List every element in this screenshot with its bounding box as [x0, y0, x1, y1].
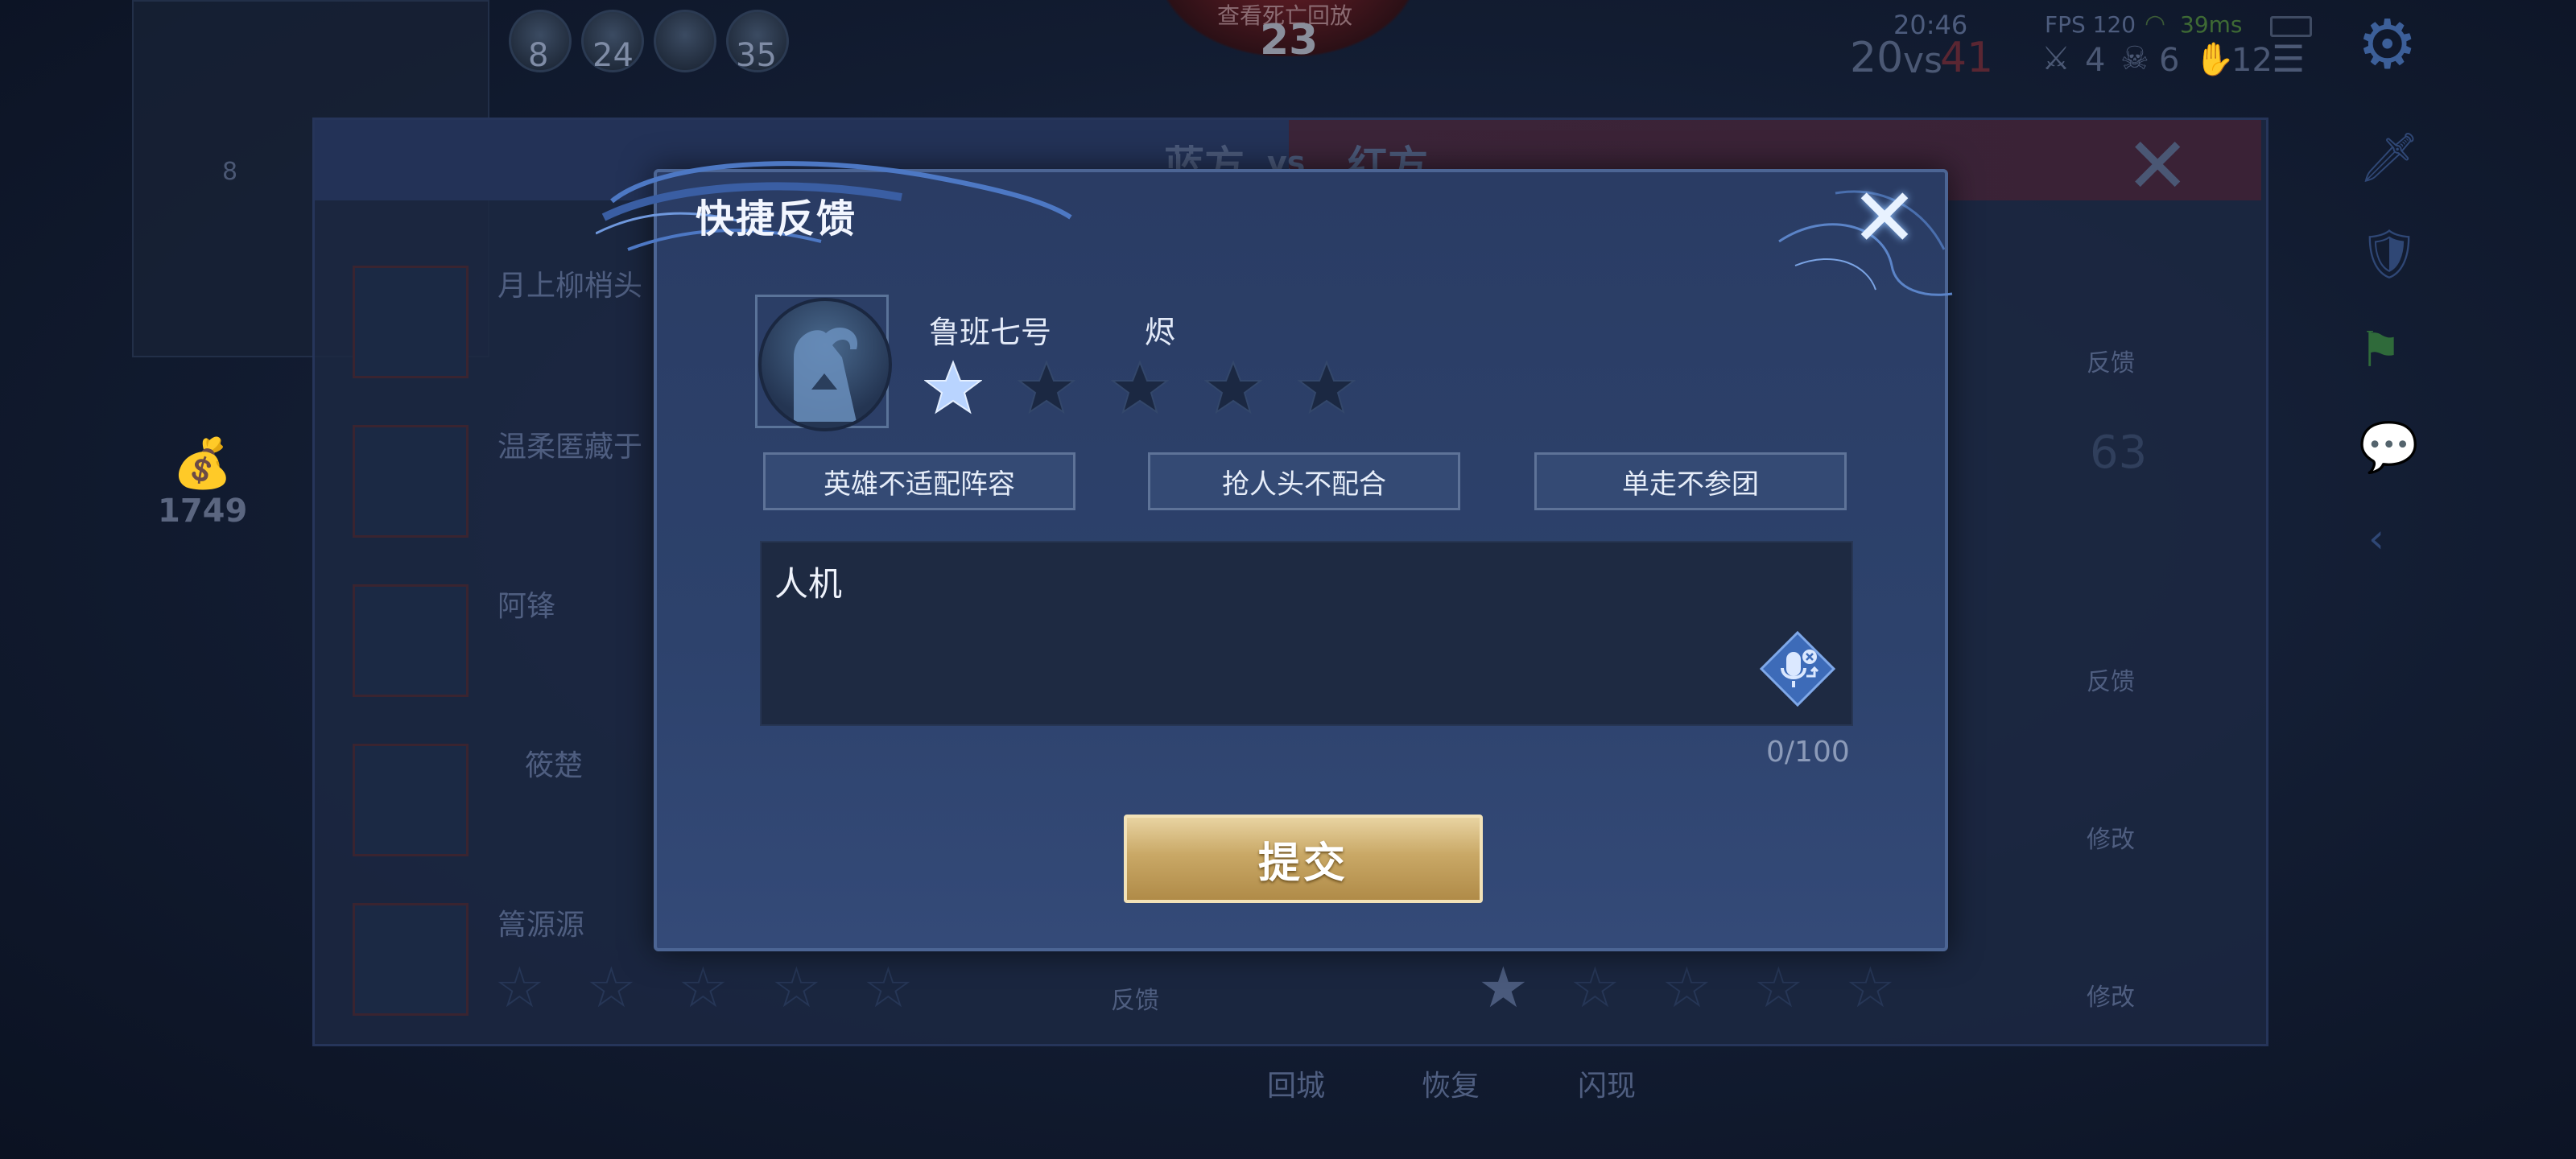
bg-star-icon: ☆	[1845, 955, 1896, 1021]
ping-readout: 39ms	[2180, 11, 2243, 38]
voice-input-icon[interactable]	[1760, 631, 1835, 707]
submit-button[interactable]: 提交	[1124, 815, 1483, 903]
hud-stat-4: 35	[736, 37, 777, 74]
wifi-icon: ◠	[2145, 10, 2166, 38]
bg-star-icon: ☆	[586, 955, 637, 1021]
stat-assists: 12	[2231, 42, 2273, 79]
gear-icon[interactable]: ⚙	[2357, 5, 2417, 84]
edit-link[interactable]: 修改	[2087, 819, 2135, 855]
rating-star-1[interactable]	[924, 359, 982, 417]
stat-deaths: 6	[2159, 42, 2180, 79]
bg-star-icon: ☆	[1570, 955, 1620, 1021]
flag-icon[interactable]: ⚑	[2359, 322, 2402, 378]
player-name: 温柔匿藏于	[497, 431, 643, 464]
player-name: 阿锋	[497, 590, 556, 623]
chevron-left-icon[interactable]: ‹	[2368, 515, 2384, 562]
bg-star-icon: ★	[1478, 955, 1529, 1021]
hud-hero-avatar-3	[654, 10, 716, 72]
player-avatar	[353, 266, 469, 378]
bg-number: 63	[2090, 427, 2148, 479]
bg-star-icon: ☆	[678, 955, 729, 1021]
sword-icon: ⚔	[2041, 40, 2070, 77]
rating-star-5[interactable]	[1298, 359, 1356, 417]
tag-hero-unfit-button[interactable]: 英雄不适配阵容	[763, 452, 1075, 510]
feedback-link[interactable]: 反馈	[1111, 980, 1159, 1016]
player-avatar	[353, 425, 469, 538]
skill-recall-label: 回城	[1267, 1070, 1326, 1103]
feedback-link[interactable]: 反馈	[2087, 662, 2135, 697]
minimap-number: 8	[222, 158, 238, 186]
money-bag-icon: 💰	[172, 435, 233, 492]
skill-heal-label: 恢复	[1422, 1070, 1480, 1103]
char-counter: 0/100	[1766, 736, 1850, 769]
feedback-textarea[interactable]: 人机	[760, 541, 1853, 726]
rating-star-2[interactable]	[1018, 359, 1075, 417]
gold-amount: 1749	[158, 493, 248, 530]
tag-solo-play-button[interactable]: 单走不参团	[1534, 452, 1847, 510]
close-icon[interactable]: ✕	[1848, 178, 1921, 258]
player-avatar	[353, 903, 469, 1016]
score-vs: vs	[1903, 40, 1942, 81]
dialog-title: 快捷反馈	[696, 196, 857, 241]
bg-star-icon: ☆	[494, 955, 545, 1021]
player-avatar	[353, 584, 469, 697]
scoreboard-close-icon[interactable]: ✕	[2125, 121, 2190, 211]
assist-icon: ✋	[2194, 41, 2235, 78]
player-avatar	[353, 744, 469, 856]
rating-star-4[interactable]	[1204, 359, 1262, 417]
battery-icon	[2270, 16, 2312, 37]
target-hero-name: 烬	[1145, 315, 1176, 350]
tag-kill-steal-button[interactable]: 抢人头不配合	[1148, 452, 1460, 510]
fps-readout: FPS 120	[2045, 11, 2136, 38]
hud-stat-2: 24	[592, 37, 634, 74]
hero-silhouette-icon	[794, 327, 858, 422]
skill-flash-label: 闪现	[1578, 1070, 1637, 1103]
player-name: 篙源源	[497, 909, 585, 942]
bg-star-icon: ☆	[1662, 955, 1712, 1021]
hero-avatar	[758, 298, 892, 431]
chat-icon[interactable]: 💬	[2359, 419, 2419, 476]
hud-stat-1: 8	[528, 37, 549, 74]
rating-star-3[interactable]	[1111, 359, 1169, 417]
death-replay-value: 23	[1260, 16, 1319, 64]
list-icon[interactable]: ☰	[2272, 37, 2305, 80]
score-blue: 20	[1850, 34, 1904, 82]
stat-kills: 4	[2085, 42, 2106, 79]
skull-icon: ☠	[2120, 40, 2149, 77]
edit-link[interactable]: 修改	[2087, 977, 2135, 1013]
bg-star-icon: ☆	[771, 955, 822, 1021]
equipment-icon[interactable]: 🗡	[2359, 129, 2420, 186]
player-name: 筱楚	[525, 749, 584, 782]
bg-star-icon: ☆	[1753, 955, 1804, 1021]
target-player-name: 鲁班七号	[929, 315, 1052, 350]
score-red: 41	[1940, 34, 1994, 82]
feedback-link[interactable]: 反馈	[2087, 343, 2135, 378]
shield-icon[interactable]: 🛡	[2359, 225, 2420, 283]
bg-star-icon: ☆	[863, 955, 914, 1021]
